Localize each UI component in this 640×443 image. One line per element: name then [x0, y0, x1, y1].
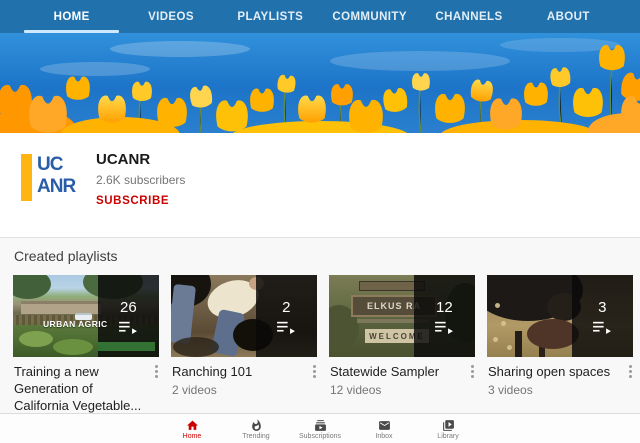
tab-channels[interactable]: CHANNELS [419, 0, 518, 33]
thumbnail-weed-dot [507, 345, 512, 350]
thumbnail-shadow-shape [173, 337, 219, 357]
channel-tab-bar: HOME VIDEOS PLAYLISTS COMMUNITY CHANNELS… [0, 0, 640, 33]
playlist-count-icon [119, 321, 137, 334]
thumbnail-weed-dot [493, 337, 498, 342]
thumbnail-person-shape [171, 284, 196, 344]
playlist-video-count-label: 12 videos [330, 383, 459, 397]
playlist-video-count-label: 3 videos [488, 383, 617, 397]
home-icon [186, 419, 199, 432]
trending-icon [250, 419, 263, 432]
playlist-title[interactable]: Sharing open spaces [488, 363, 617, 380]
bottomnav-label: Library [437, 433, 458, 440]
section-heading: Created playlists [0, 238, 640, 275]
kebab-menu-icon[interactable] [629, 365, 632, 378]
playlist-thumbnail[interactable]: ELKUS RA WELCOME 12 [329, 275, 475, 357]
logo-text: UC ANR [37, 154, 75, 198]
thumbnail-tree-shape [13, 275, 51, 299]
channel-avatar: UC ANR [17, 148, 75, 206]
thumbnail-cow-shape [515, 331, 522, 357]
playlist-title[interactable]: Ranching 101 [172, 363, 301, 380]
playlist-card-ranching-101[interactable]: 2 Ranching 101 2 videos [171, 275, 317, 431]
bottom-navigation-bar: Home Trending Subscriptions Inbox Librar… [0, 413, 640, 443]
kebab-menu-icon[interactable] [313, 365, 316, 378]
playlist-count-overlay: 2 [256, 275, 317, 357]
playlist-title[interactable]: Statewide Sampler [330, 363, 459, 380]
bottomnav-label: Inbox [375, 433, 392, 440]
bottomnav-label: Trending [242, 433, 269, 440]
library-icon [442, 419, 455, 432]
playlist-count-icon [435, 321, 453, 334]
channel-info: UCANR 2.6K subscribers SUBSCRIBE [96, 151, 185, 207]
video-count: 3 [598, 299, 606, 316]
tab-community[interactable]: COMMUNITY [320, 0, 419, 33]
playlist-thumbnail[interactable]: 3 [487, 275, 633, 357]
channel-page: HOME VIDEOS PLAYLISTS COMMUNITY CHANNELS… [0, 0, 640, 443]
thumbnail-lower-third [98, 342, 155, 351]
kebab-menu-icon[interactable] [155, 365, 158, 378]
playlist-card-urban-agriculture[interactable]: URBAN AGRIC 26 Training a new Generation… [13, 275, 159, 431]
playlist-thumbnail[interactable]: 2 [171, 275, 317, 357]
video-count: 2 [282, 299, 290, 316]
logo-line-1: UC [37, 154, 75, 176]
thumbnail-caption: URBAN AGRIC [43, 319, 108, 329]
playlist-card-statewide-sampler[interactable]: ELKUS RA WELCOME 12 Statewide Sampler 12… [329, 275, 475, 431]
playlist-count-icon [593, 321, 611, 334]
thumbnail-vegetation-shape [19, 331, 53, 347]
subscriptions-icon [314, 419, 327, 432]
bottomnav-trending[interactable]: Trending [224, 417, 288, 440]
bottomnav-library[interactable]: Library [416, 417, 480, 440]
playlist-thumbnail[interactable]: URBAN AGRIC 26 [13, 275, 159, 357]
bottomnav-inbox[interactable]: Inbox [352, 417, 416, 440]
subscriber-count: 2.6K subscribers [96, 173, 185, 187]
playlist-count-overlay: 3 [572, 275, 633, 357]
playlist-count-icon [277, 321, 295, 334]
tab-about[interactable]: ABOUT [519, 0, 618, 33]
logo-line-2: ANR [37, 176, 75, 198]
video-count: 26 [120, 299, 137, 316]
channel-name: UCANR [96, 151, 185, 168]
kebab-menu-icon[interactable] [471, 365, 474, 378]
bottomnav-subscriptions[interactable]: Subscriptions [288, 417, 352, 440]
channel-header: UC ANR UCANR 2.6K subscribers SUBSCRIBE [0, 133, 640, 237]
inbox-icon [378, 419, 391, 432]
playlist-video-count-label: 2 videos [172, 383, 301, 397]
subscribe-button[interactable]: SUBSCRIBE [96, 195, 185, 207]
playlist-title[interactable]: Training a new Generation of California … [14, 363, 143, 414]
playlist-count-overlay: 12 [414, 275, 475, 357]
thumbnail-vegetation-shape [53, 339, 93, 355]
tab-videos[interactable]: VIDEOS [121, 0, 220, 33]
thumbnail-weed-dot [501, 321, 506, 326]
tab-playlists[interactable]: PLAYLISTS [221, 0, 320, 33]
thumbnail-weed-dot [495, 303, 500, 308]
playlist-card-sharing-open-spaces[interactable]: 3 Sharing open spaces 3 videos [487, 275, 633, 431]
channel-banner-image [0, 33, 640, 133]
bottomnav-label: Home [183, 433, 202, 440]
playlist-cards-row: URBAN AGRIC 26 Training a new Generation… [0, 275, 640, 431]
bottomnav-home[interactable]: Home [160, 417, 224, 440]
video-count: 12 [436, 299, 453, 316]
logo-gold-bar [21, 154, 32, 201]
bottomnav-label: Subscriptions [299, 433, 341, 440]
tab-home[interactable]: HOME [22, 0, 121, 33]
